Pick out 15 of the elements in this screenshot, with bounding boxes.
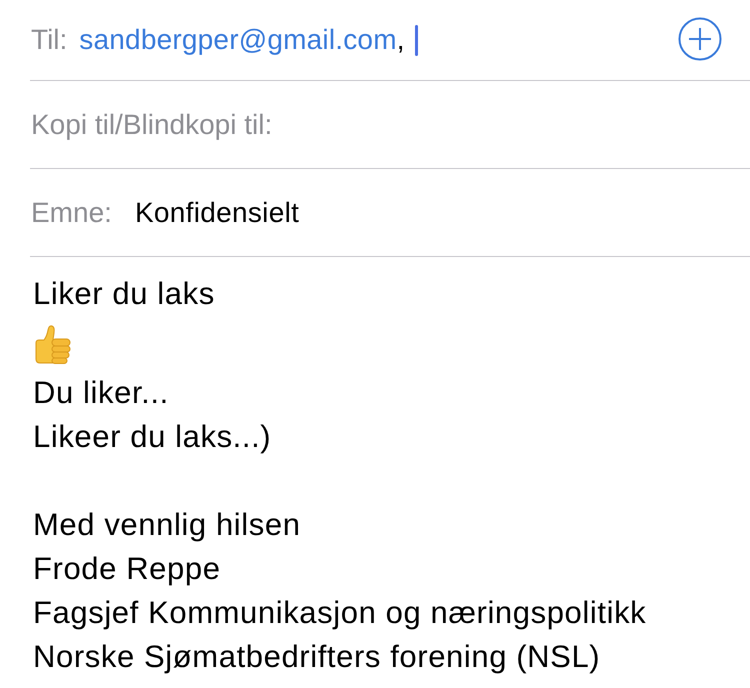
message-text-line: Med vennlig hilsen (33, 506, 301, 544)
add-recipient-button[interactable] (678, 17, 722, 61)
message-text-line: Norske Sjømatbedrifters forening (NSL) (33, 638, 600, 676)
message-text-line: Du liker... (33, 374, 169, 412)
to-label: Til: (31, 24, 68, 56)
message-text-line: Frode Reppe (33, 550, 221, 588)
subject-label: Emne: (31, 196, 112, 228)
message-text-line: Fagsjef Kommunikasjon og næringspolitikk (33, 594, 646, 632)
subject-field[interactable]: Konfidensielt (134, 196, 300, 228)
message-text-line: Likeer du laks...) (33, 418, 272, 456)
to-field[interactable]: sandbergper@gmail.com, (79, 24, 405, 56)
thumbs-up-icon (33, 324, 71, 364)
plus-circle-icon (678, 17, 722, 61)
cc-bcc-label: Kopi til/Blindkopi til: (31, 108, 272, 140)
message-text-line: Liker du laks (33, 275, 215, 313)
